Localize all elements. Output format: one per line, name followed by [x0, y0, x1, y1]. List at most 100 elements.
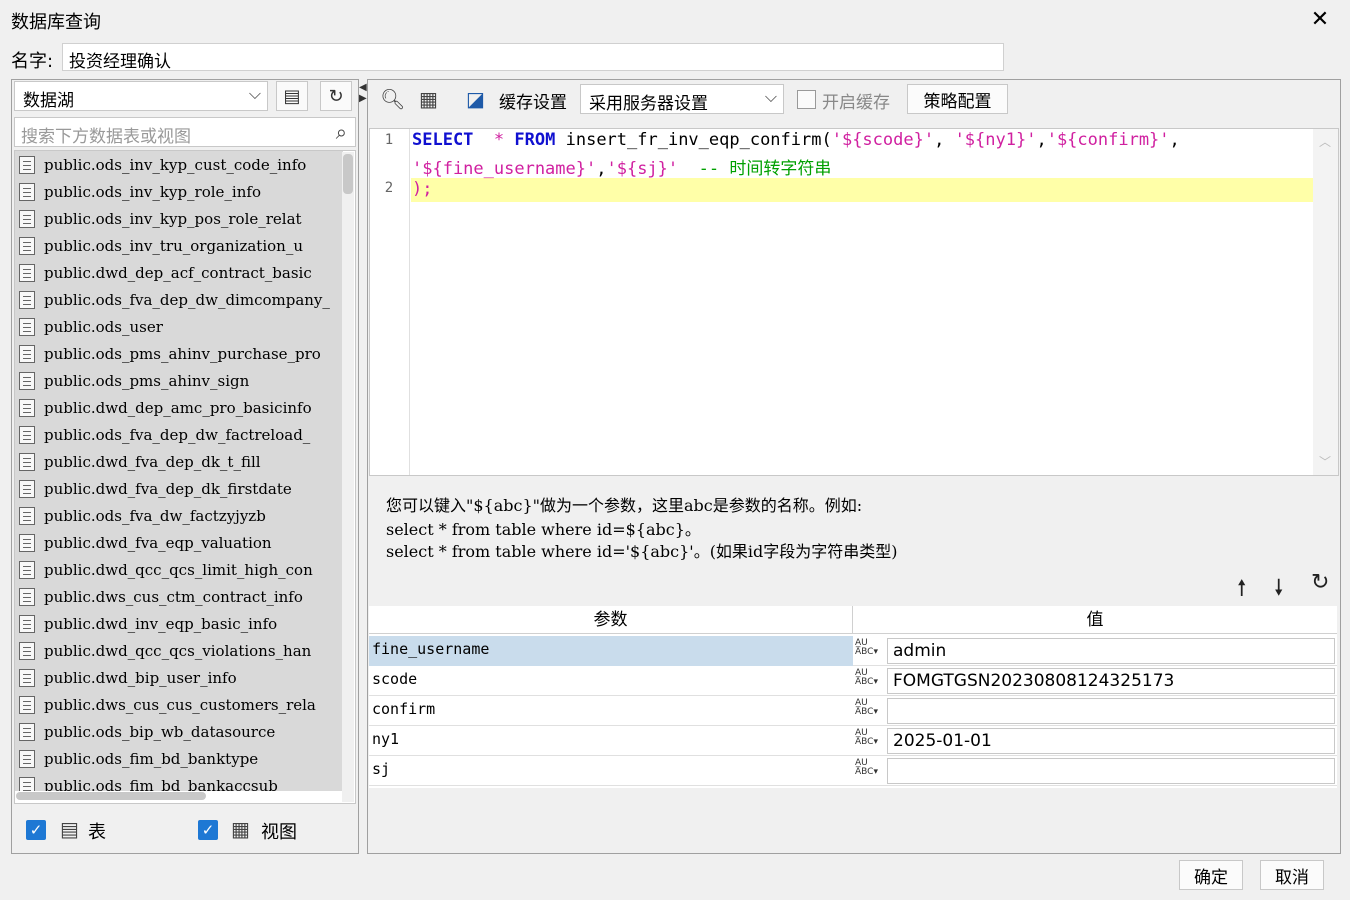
table-list-item[interactable]: public.ods_inv_kyp_cust_code_info [15, 151, 343, 178]
datasource-select[interactable]: 数据湖 ⌵ [14, 81, 268, 111]
param-row[interactable]: sj A̲U ABC▾ [369, 756, 1337, 786]
table-list-item[interactable]: public.ods_inv_kyp_role_info [15, 178, 343, 205]
sql-separator: , [934, 130, 955, 150]
table-list-item[interactable]: public.ods_user [15, 313, 343, 340]
param-type-icon[interactable]: A̲U ABC▾ [853, 756, 887, 786]
table-icon [19, 182, 35, 201]
table-icon [19, 263, 35, 282]
cache-option-select[interactable]: 采用服务器设置 ⌵ [580, 84, 784, 114]
move-up-button[interactable]: 🠕 [1237, 571, 1246, 609]
refresh-params-button[interactable]: ↻ [1311, 570, 1329, 595]
table-list-item[interactable]: public.dwd_qcc_qcs_violations_han [15, 637, 343, 664]
table-list-item[interactable]: public.dwd_fva_eqp_valuation [15, 529, 343, 556]
table-icon [19, 398, 35, 417]
table-list-scroll-thumb[interactable] [343, 154, 353, 194]
sql-separator: , [1036, 130, 1047, 150]
table-icon [19, 344, 35, 363]
table-list-item[interactable]: public.ods_pms_ahinv_purchase_pro [15, 340, 343, 367]
strategy-config-button[interactable]: 策略配置 [907, 84, 1008, 114]
line-number: 1 [384, 132, 394, 148]
sql-separator: , [596, 159, 607, 179]
table-list-item[interactable]: public.ods_bip_wb_datasource [15, 718, 343, 745]
table-list-item[interactable]: public.ods_fva_dw_factzyjyzb [15, 502, 343, 529]
table-icon [19, 776, 35, 791]
table-list-item[interactable]: public.ods_fva_dep_dw_dimcompany_ [15, 286, 343, 313]
table-icon [19, 452, 35, 471]
table-icon [19, 614, 35, 633]
current-line-highlight [411, 178, 1313, 202]
param-type-icon[interactable]: A̲U ABC▾ [853, 696, 887, 726]
sql-button[interactable]: ▦ [419, 87, 438, 111]
table-list-item[interactable]: public.dws_cus_cus_customers_rela [15, 691, 343, 718]
table-name: public.dwd_fva_dep_dk_firstdate [44, 479, 292, 498]
table-name: public.ods_inv_kyp_cust_code_info [44, 155, 307, 174]
table-list-item[interactable]: public.ods_fva_dep_dw_factreload_ [15, 421, 343, 448]
table-name: public.ods_pms_ahinv_sign [44, 371, 250, 390]
table-list-item[interactable]: public.ods_pms_ahinv_sign [15, 367, 343, 394]
param-value-input[interactable] [887, 757, 1335, 784]
splitter-arrows-icon[interactable]: ◀ ▶ [359, 82, 367, 104]
enable-cache-checkbox[interactable] [797, 90, 816, 109]
param-type-icon[interactable]: A̲U ABC▾ [853, 666, 887, 696]
table-list-scrollbar[interactable] [342, 152, 354, 802]
table-list-item[interactable]: public.dwd_bip_user_info [15, 664, 343, 691]
table-list-item[interactable]: public.ods_fim_bd_bankaccsub [15, 772, 343, 791]
table-list-item[interactable]: public.ods_inv_kyp_pos_role_relat [15, 205, 343, 232]
table-name: public.dwd_qcc_qcs_violations_han [44, 641, 312, 660]
table-name: public.dwd_dep_acf_contract_basic [44, 263, 312, 282]
hint-line-1: 您可以键入"${abc}"做为一个参数，这里abc是参数的名称。例如: [386, 496, 863, 515]
param-value-input[interactable]: admin [887, 637, 1335, 664]
sql-string: '${scode}' [831, 130, 935, 150]
ok-button[interactable]: 确定 [1179, 860, 1243, 890]
close-button[interactable]: ✕ [1306, 6, 1334, 34]
preview-button[interactable]: 🔍︎ [380, 87, 405, 111]
chevron-down-icon: ⌵ [248, 84, 261, 103]
sql-line-1-wrap: '${fine_username}','${sj}' -- 时间转字符串 [412, 154, 831, 179]
table-list-item[interactable]: public.dwd_inv_eqp_basic_info [15, 610, 343, 637]
table-list-item[interactable]: public.dwd_dep_acf_contract_basic [15, 259, 343, 286]
table-list-item[interactable]: public.dwd_qcc_qcs_limit_high_con [15, 556, 343, 583]
param-row[interactable]: confirm A̲U ABC▾ [369, 696, 1337, 726]
table-name: public.dwd_bip_user_info [44, 668, 237, 687]
param-row[interactable]: ny1 A̲U ABC▾ 2025-01-01 [369, 726, 1337, 756]
scroll-up-icon[interactable]: ︿ [1319, 133, 1331, 150]
refresh-datasource-button[interactable]: ↻ [320, 81, 352, 111]
param-row[interactable]: scode A̲U ABC▾ FOMGTGSN20230808124325173 [369, 666, 1337, 696]
param-value-input[interactable] [887, 697, 1335, 724]
cache-settings-icon[interactable]: ◪ [466, 87, 485, 111]
move-down-button[interactable]: 🠗 [1274, 571, 1283, 609]
table-list-item[interactable]: public.dwd_fva_dep_dk_firstdate [15, 475, 343, 502]
table-list-item[interactable]: public.dwd_dep_amc_pro_basicinfo [15, 394, 343, 421]
table-list-item[interactable]: public.ods_inv_tru_organization_u [15, 232, 343, 259]
param-row[interactable]: fine_username A̲U ABC▾ admin [369, 635, 1337, 666]
table-name: public.ods_fva_dw_factzyjyzb [44, 506, 266, 525]
param-value-input[interactable]: FOMGTGSN20230808124325173 [887, 667, 1335, 694]
cancel-button[interactable]: 取消 [1260, 860, 1324, 890]
table-name: public.dws_cus_ctm_contract_info [44, 587, 303, 606]
hint-line-2: select * from table where id=${abc}。 [386, 520, 701, 539]
table-name: public.dwd_fva_eqp_valuation [44, 533, 272, 552]
table-list-item[interactable]: public.dwd_fva_dep_dk_t_fill [15, 448, 343, 475]
table-list-hscroll-thumb[interactable] [16, 792, 206, 800]
edit-datasource-button[interactable]: ▤ [276, 81, 308, 111]
scroll-down-icon[interactable]: ﹀ [1319, 453, 1331, 470]
sql-function: insert_fr_inv_eqp_confirm( [565, 130, 832, 150]
refresh-icon: ↻ [1311, 570, 1330, 595]
view-checkbox[interactable]: ✓ [198, 820, 218, 840]
chevron-down-icon: ⌵ [764, 87, 777, 106]
table-list-item[interactable]: public.dws_cus_ctm_contract_info [15, 583, 343, 610]
param-name: fine_username [369, 635, 853, 666]
param-type-icon[interactable]: A̲U ABC▾ [853, 726, 887, 756]
param-type-icon[interactable]: A̲U ABC▾ [853, 636, 887, 666]
table-icon [19, 317, 35, 336]
table-icon [19, 587, 35, 606]
table-name: public.ods_fim_bd_bankaccsub [44, 776, 278, 792]
table-checkbox[interactable]: ✓ [26, 820, 46, 840]
table-list-item[interactable]: public.ods_fim_bd_banktype [15, 745, 343, 772]
table-icon [19, 425, 35, 444]
table-search-input[interactable]: 搜索下方数据表或视图 ⌕ [14, 117, 356, 147]
param-value-input[interactable]: 2025-01-01 [887, 727, 1335, 754]
editor-scrollbar[interactable]: ︿ ﹀ [1313, 129, 1338, 475]
search-placeholder: 搜索下方数据表或视图 [21, 127, 191, 147]
name-input[interactable]: 投资经理确认 [62, 43, 1004, 72]
